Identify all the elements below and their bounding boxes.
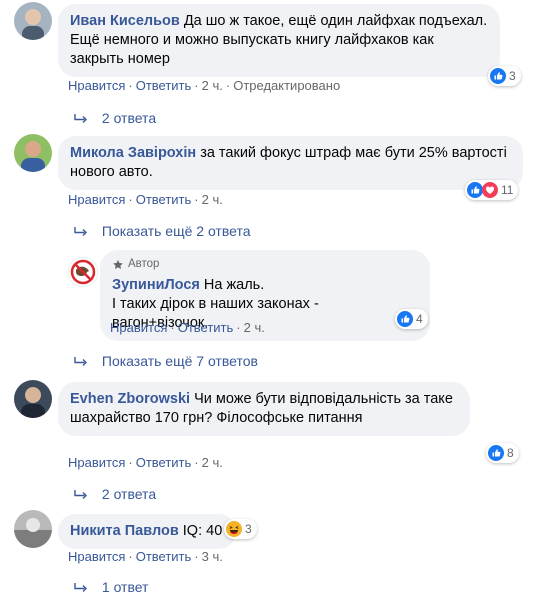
view-replies-link[interactable]: 2 ответа [74,486,156,502]
avatar[interactable] [14,134,52,172]
comment-author[interactable]: Микола Завірохін [70,145,196,161]
reaction-count-text: 4 [416,312,423,326]
reaction-count-text: 11 [501,183,514,197]
like-button[interactable]: Нравится [68,549,125,564]
reply-button[interactable]: Ответить [178,320,234,335]
comment-actions: Нравится · Ответить · 3 ч. [68,549,223,564]
reply-button[interactable]: Ответить [136,549,192,564]
comment-bubble: Микола Завірохін за такий фокус штраф ма… [58,136,523,190]
reaction-count[interactable]: 4 [395,309,428,329]
view-replies-link[interactable]: 1 ответ [74,579,148,595]
comment-author[interactable]: Иван Кисельов [70,13,180,29]
reaction-count-text: 3 [509,69,516,83]
timestamp[interactable]: 2 ч. [202,455,223,470]
show-more-replies-text: Показать ещё 2 ответа [101,223,251,239]
comment-author[interactable]: ЗупиниЛося [112,277,200,293]
author-badge-icon [113,259,123,269]
comment-bubble: Иван Кисельов Да шо ж такое, ещё один ла… [58,4,500,77]
edited-label: Отредактировано [233,78,341,93]
reaction-count[interactable]: 8 [486,443,519,463]
reply-button[interactable]: Ответить [136,192,192,207]
reaction-count[interactable]: 3 [224,519,257,539]
timestamp[interactable]: 2 ч. [202,192,223,207]
show-more-replies-link[interactable]: Показать ещё 2 ответа [74,223,250,239]
avatar[interactable] [14,510,52,548]
like-reaction-icon [490,68,506,84]
reply-arrow-icon [74,490,87,500]
avatar[interactable] [68,257,98,287]
reaction-count-text: 3 [245,522,252,536]
view-replies-text: 1 ответ [101,579,149,595]
show-more-replies-text: Показать ещё 7 ответов [101,353,258,369]
reply-arrow-icon [74,583,87,593]
reaction-count-text: 8 [507,446,514,460]
author-badge-text: Автор [128,258,160,270]
haha-reaction-icon [226,521,242,537]
like-button[interactable]: Нравится [110,320,167,335]
view-replies-text: 2 ответа [101,486,157,502]
reaction-count[interactable]: 3 [488,66,521,86]
reply-button[interactable]: Ответить [136,455,192,470]
view-replies-link[interactable]: 2 ответа [74,110,156,126]
reply-arrow-icon [74,114,87,124]
author-badge: Автор [112,255,418,274]
like-button[interactable]: Нравится [68,455,125,470]
comment-text: На жаль. [203,277,265,293]
timestamp[interactable]: 2 ч. [202,78,223,93]
comment-actions: Нравится · Ответить · 2 ч. · Отредактировано [68,78,341,93]
comment-actions: Нравится · Ответить · 2 ч. [68,455,223,470]
comment-bubble: Никита Павлов IQ: 40 [58,514,236,549]
comment-author[interactable]: Никита Павлов [70,523,179,539]
like-button[interactable]: Нравится [68,78,125,93]
comment-bubble: Evhen Zborowski Чи може бути відповідаль… [58,382,470,436]
like-button[interactable]: Нравится [68,192,125,207]
timestamp[interactable]: 2 ч. [244,320,265,335]
like-reaction-icon [488,445,504,461]
view-replies-text: 2 ответа [101,110,157,126]
reply-arrow-icon [74,357,87,367]
avatar[interactable] [14,380,52,418]
reply-arrow-icon [74,227,87,237]
like-reaction-icon [397,311,413,327]
comment-actions: Нравится · Ответить · 2 ч. [68,192,223,207]
love-reaction-icon [482,182,498,198]
comment-author[interactable]: Evhen Zborowski [70,391,190,407]
comment-actions: Нравится · Ответить · 2 ч. [110,320,265,335]
reply-button[interactable]: Ответить [136,78,192,93]
avatar[interactable] [14,2,52,40]
comment-text: IQ: 40 [182,523,223,539]
like-reaction-icon [467,182,483,198]
show-more-replies-link[interactable]: Показать ещё 7 ответов [74,353,258,369]
reaction-count[interactable]: 11 [465,180,519,200]
timestamp[interactable]: 3 ч. [202,549,223,564]
